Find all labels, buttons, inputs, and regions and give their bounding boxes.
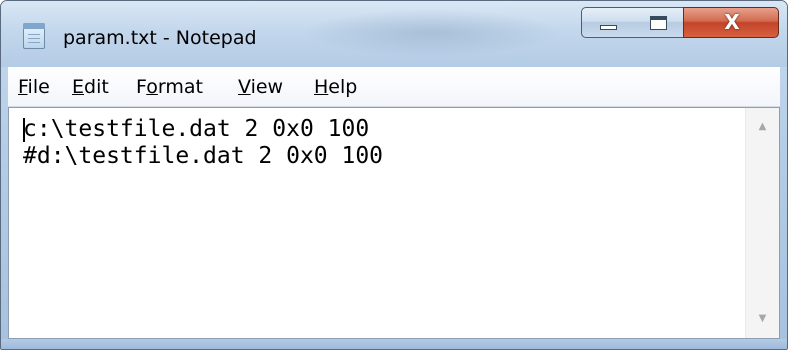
notepad-window: param.txt - Notepad X File Edit Format V…: [0, 0, 788, 350]
menu-format-prefix: F: [136, 76, 147, 98]
window-title: param.txt - Notepad: [63, 27, 257, 49]
notepad-icon[interactable]: [23, 23, 45, 49]
title-bar-glass: [301, 9, 561, 57]
scroll-up-icon[interactable]: ▲: [746, 116, 779, 138]
menu-file[interactable]: File: [18, 76, 50, 98]
text-line: c:\testfile.dat 2 0x0 100: [23, 116, 370, 142]
menu-edit[interactable]: Edit: [72, 76, 109, 98]
caption-buttons: X: [581, 7, 781, 40]
menu-format[interactable]: Format: [136, 76, 203, 98]
menu-format-mnemonic: o: [146, 76, 158, 98]
menu-view-mnemonic: V: [238, 76, 251, 98]
maximize-icon: [650, 16, 667, 30]
menu-bar: File Edit Format View Help: [8, 67, 780, 107]
editor[interactable]: c:\testfile.dat 2 0x0 100 #d:\testfile.da…: [8, 107, 780, 339]
close-icon: X: [724, 10, 740, 34]
menu-help[interactable]: Help: [314, 76, 357, 98]
menu-help-label: elp: [328, 76, 358, 98]
close-button[interactable]: X: [683, 7, 779, 38]
menu-file-mnemonic: F: [18, 76, 28, 98]
text-line: #d:\testfile.dat 2 0x0 100: [23, 143, 384, 169]
title-bar[interactable]: param.txt - Notepad X: [1, 1, 787, 67]
menu-view[interactable]: View: [238, 76, 283, 98]
minimize-button[interactable]: [581, 7, 635, 38]
text-content[interactable]: c:\testfile.dat 2 0x0 100 #d:\testfile.da…: [23, 116, 743, 331]
vertical-scrollbar[interactable]: ▲ ▼: [745, 108, 779, 338]
menu-format-label: rmat: [157, 76, 203, 98]
window-bottom-border: [1, 339, 787, 349]
minimize-icon: [600, 25, 617, 30]
menu-help-mnemonic: H: [314, 76, 329, 98]
menu-edit-mnemonic: E: [72, 76, 85, 98]
scroll-down-icon[interactable]: ▼: [746, 308, 779, 330]
maximize-button[interactable]: [634, 7, 684, 38]
text-caret: [23, 118, 25, 142]
menu-view-label: iew: [250, 76, 284, 98]
menu-file-label: ile: [27, 76, 50, 98]
menu-edit-label: dit: [84, 76, 109, 98]
